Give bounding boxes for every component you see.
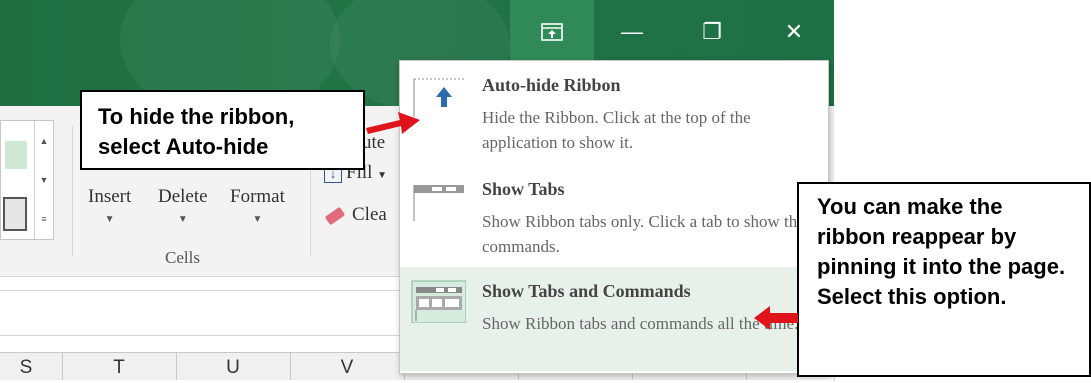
close-button[interactable]: ✕ xyxy=(752,0,834,64)
minimize-icon: — xyxy=(621,19,643,44)
restore-button[interactable]: ❐ xyxy=(670,0,754,64)
red-arrow-icon xyxy=(366,112,420,134)
menu-item-auto-hide-ribbon[interactable]: Auto-hide Ribbon Hide the Ribbon. Click … xyxy=(400,61,828,161)
clear-button[interactable]: Clea xyxy=(324,204,387,226)
insert-label: Insert xyxy=(88,186,132,207)
ribbon-display-options-icon xyxy=(541,23,563,41)
menu-item-title: Show Tabs xyxy=(482,179,565,199)
ribbon-display-options-button[interactable] xyxy=(510,0,594,64)
minimize-button[interactable]: — xyxy=(590,0,674,64)
menu-item-title: Show Tabs and Commands xyxy=(482,281,691,301)
menu-item-description: Show Ribbon tabs only. Click a tab to sh… xyxy=(482,212,805,256)
column-header[interactable]: U xyxy=(176,353,291,380)
chevron-down-icon: ▼ xyxy=(377,170,388,181)
delete-label: Delete xyxy=(158,186,208,207)
callout-hide-ribbon: To hide the ribbon, select Auto-hide xyxy=(80,90,365,170)
style-swatch xyxy=(5,141,27,169)
column-header[interactable]: S xyxy=(0,353,63,380)
chevron-down-icon: ▼ xyxy=(177,214,188,225)
menu-item-show-tabs[interactable]: Show Tabs Show Ribbon tabs only. Click a… xyxy=(400,165,828,261)
menu-item-description: Hide the Ribbon. Click at the top of the… xyxy=(482,108,751,152)
chevron-down-icon: ▼ xyxy=(252,214,263,225)
column-header[interactable]: T xyxy=(62,353,177,380)
column-header[interactable]: V xyxy=(290,353,405,380)
cell-styles-gallery[interactable]: ▲ ▼ ≡ xyxy=(0,120,54,240)
gallery-scrollbar[interactable]: ▲ ▼ ≡ xyxy=(34,121,53,239)
scroll-down-icon[interactable]: ▼ xyxy=(40,175,49,185)
style-swatch xyxy=(3,197,27,231)
insert-button[interactable]: Insert ▼ xyxy=(88,186,131,225)
gallery-expand-icon[interactable]: ≡ xyxy=(41,214,46,224)
red-arrow-icon xyxy=(754,306,798,330)
clear-label: Clea xyxy=(352,204,387,225)
eraser-icon xyxy=(324,206,346,225)
show-tabs-commands-icon xyxy=(411,280,466,323)
chevron-down-icon: ▼ xyxy=(104,214,115,225)
scroll-up-icon[interactable]: ▲ xyxy=(40,136,49,146)
menu-item-title: Auto-hide Ribbon xyxy=(482,75,621,95)
close-icon: ✕ xyxy=(784,19,804,44)
restore-icon: ❐ xyxy=(702,19,722,44)
group-divider xyxy=(72,126,73,256)
delete-button[interactable]: Delete ▼ xyxy=(158,186,208,225)
format-button[interactable]: Format ▼ xyxy=(230,186,285,225)
callout-reappear-ribbon: You can make the ribbon reappear by pinn… xyxy=(797,182,1091,377)
cells-group-label: Cells xyxy=(165,248,200,267)
format-label: Format xyxy=(230,186,285,207)
show-tabs-icon xyxy=(413,185,464,221)
